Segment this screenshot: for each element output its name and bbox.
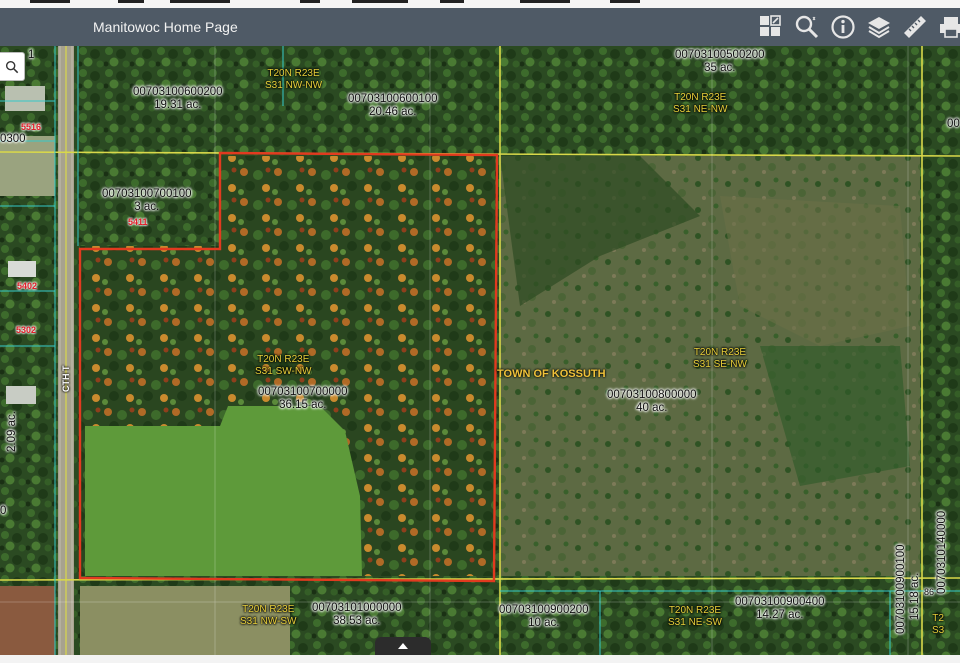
edge-trs-fragment: T2 S3 — [932, 613, 945, 636]
search-tool-icon — [795, 15, 819, 39]
edge-parcel-fragment: 1 — [28, 49, 35, 61]
edge-parcel-fragment: 0 — [0, 505, 7, 517]
parcel-label: 00703100700100 3 ac. — [102, 188, 192, 213]
map-view[interactable]: 00703100600200 19.31 ac. 00703100600100 20… — [0, 46, 960, 655]
trs-label: T20N R23E S31 NE-SW — [668, 605, 722, 628]
address-label: 5516 — [21, 122, 42, 132]
attribute-panel-toggle[interactable] — [375, 637, 431, 655]
browser-bottom-strip — [0, 655, 960, 663]
parcel-label-vertical: 0070310140000 — [936, 510, 948, 594]
address-label: 5411 — [128, 217, 148, 227]
address-label: 5402 — [17, 281, 38, 291]
trs-label: T20N R23E S31 NW-SW — [240, 604, 297, 627]
app-header: Manitowoc Home Page — [0, 8, 960, 46]
print-icon — [940, 17, 960, 38]
parcel-label-vertical: 00703100900100 — [895, 544, 907, 634]
info-button[interactable] — [827, 11, 859, 43]
basemap-gallery-button[interactable] — [755, 11, 787, 43]
info-icon — [831, 15, 855, 39]
browser-top-strip — [0, 0, 960, 8]
print-button[interactable] — [935, 11, 960, 43]
parcel-label-vertical: 15.18 ac. — [909, 572, 921, 620]
edge-parcel-fragment: 0300 — [0, 133, 26, 145]
edge-parcel-fragment: 86 — [924, 587, 935, 597]
road-label: CTH T — [61, 365, 71, 393]
trs-label: T20N R23E S31 SW-NW — [255, 354, 312, 377]
parcel-label: 00703100800000 40 ac. — [607, 389, 697, 414]
chevron-up-icon — [398, 643, 408, 649]
map-search-button[interactable] — [0, 52, 25, 81]
town-label: TOWN OF KOSSUTH — [497, 368, 606, 380]
trs-label: T20N R23E S31 NE-NW — [673, 92, 728, 115]
parcel-label: 00703100500200 35 ac. — [675, 49, 765, 74]
trs-label: T20N R23E S31 NW-NW — [265, 68, 323, 91]
search-icon — [5, 60, 19, 73]
parcel-label: 00703100600100 20.46 ac. — [348, 93, 438, 118]
aerial-imagery — [0, 46, 960, 655]
edge-parcel-fragment: 00 — [947, 118, 960, 130]
parcel-label: 00703101000000 38.53 ac. — [312, 602, 402, 627]
parcel-label-vertical: 2.09 ac. — [6, 411, 18, 452]
measure-icon — [904, 16, 926, 38]
basemap-gallery-icon — [760, 15, 781, 36]
parcel-label: 00703100900200 10 ac. — [499, 604, 589, 629]
layers-icon — [868, 17, 890, 39]
parcel-label: 00703100600200 19.31 ac. — [133, 86, 223, 111]
measure-button[interactable] — [899, 11, 931, 43]
search-tool-button[interactable] — [791, 11, 823, 43]
app-title: Manitowoc Home Page — [93, 19, 238, 35]
parcel-label: 00703100700000 36.15 ac. — [258, 386, 348, 411]
parcel-label: 00703100900400 14.27 ac. — [735, 596, 825, 621]
address-label: 5302 — [16, 325, 37, 335]
layers-button[interactable] — [863, 11, 895, 43]
trs-label: T20N R23E S31 SE-NW — [693, 347, 747, 370]
